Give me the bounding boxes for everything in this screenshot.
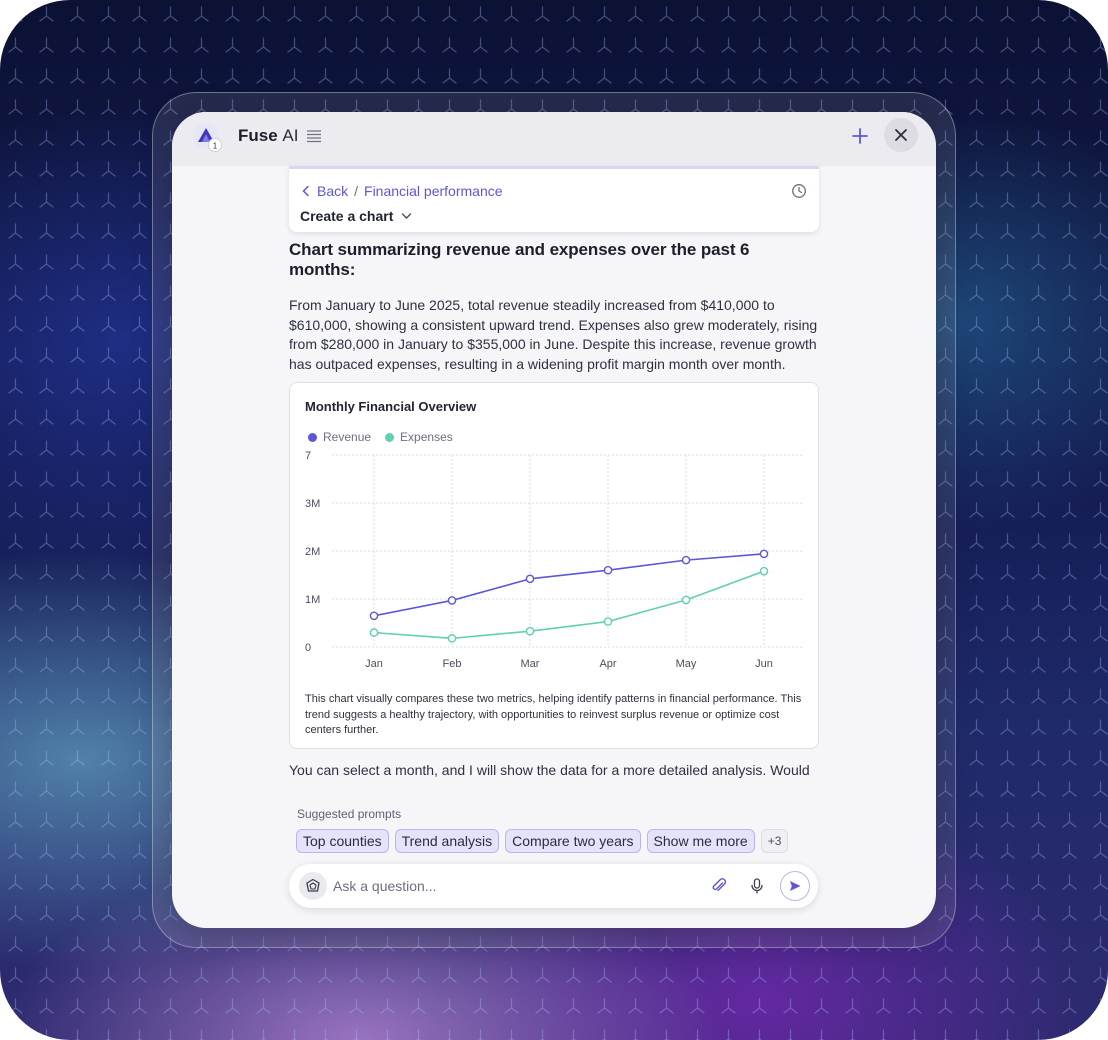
chart-legend: Revenue Expenses — [308, 430, 453, 444]
clock-icon[interactable] — [791, 183, 807, 199]
data-point-revenue[interactable] — [603, 565, 613, 575]
prompt-chip[interactable]: Top counties — [296, 829, 389, 853]
close-icon — [895, 129, 907, 141]
x-tick-label: May — [676, 658, 697, 670]
data-point-expenses[interactable] — [603, 617, 613, 626]
logo-badge: 1 — [213, 141, 218, 150]
microphone-icon[interactable] — [748, 877, 766, 895]
x-tick-label: Jun — [755, 658, 773, 670]
x-tick-label: Feb — [443, 658, 462, 670]
legend-item-expenses[interactable]: Expenses — [385, 430, 453, 444]
series-line-revenue[interactable] — [373, 553, 765, 617]
new-chat-button[interactable] — [848, 124, 872, 148]
y-tick-label: 3M — [305, 498, 320, 510]
action-selector[interactable]: Create a chart — [300, 208, 412, 224]
fuse-logo-icon: 1 — [193, 123, 222, 152]
menu-lines-icon[interactable] — [306, 129, 322, 143]
assistant-message: Chart summarizing revenue and expenses o… — [289, 240, 819, 374]
scroll-fade — [172, 780, 936, 816]
app-name-suffix: AI — [282, 126, 299, 145]
legend-dot-expenses — [385, 432, 395, 442]
breadcrumb-nav: Back / Financial performance — [301, 183, 503, 199]
x-tick-label: Jan — [365, 658, 383, 670]
breadcrumb-separator: / — [354, 183, 359, 199]
top-bar: 1 Fuse AI — [172, 112, 936, 166]
legend-item-revenue[interactable]: Revenue — [308, 430, 371, 444]
send-button[interactable] — [780, 871, 810, 901]
prompt-chip[interactable]: Compare two years — [505, 829, 641, 853]
back-link[interactable]: Back — [317, 183, 348, 199]
data-point-expenses[interactable] — [525, 626, 535, 636]
plus-icon — [852, 128, 868, 144]
prompt-chip[interactable]: Show me more — [646, 829, 755, 853]
action-selector-label: Create a chart — [300, 208, 394, 224]
chart-card: Monthly Financial Overview Revenue Expen… — [289, 382, 819, 749]
background-frame: 1 Fuse AI Back / Financial performance C… — [0, 0, 1108, 1040]
suggested-prompts: Top counties Trend analysis Compare two … — [296, 829, 789, 853]
prompt-chip[interactable]: Trend analysis — [394, 829, 500, 853]
send-icon — [790, 881, 801, 891]
prompt-library-button[interactable] — [299, 872, 327, 900]
x-tick-label: Apr — [599, 658, 616, 670]
chart-caption: This chart visually compares these two m… — [305, 693, 802, 736]
sparkle-icon — [306, 878, 320, 892]
y-tick-label: 2M — [305, 546, 320, 558]
question-input[interactable] — [333, 875, 693, 897]
x-tick-label: Mar — [521, 658, 540, 670]
data-point-expenses[interactable] — [369, 628, 379, 637]
chat-panel: 1 Fuse AI Back / Financial performance C… — [172, 112, 936, 928]
suggested-prompts-label: Suggested prompts — [297, 807, 402, 821]
message-heading: Chart summarizing revenue and expenses o… — [289, 240, 750, 279]
data-point-revenue[interactable] — [759, 549, 769, 559]
legend-dot-revenue — [308, 432, 317, 442]
breadcrumb-current[interactable]: Financial performance — [364, 183, 503, 199]
chevron-down-icon — [402, 213, 412, 219]
data-point-expenses[interactable] — [681, 595, 691, 605]
data-point-revenue[interactable] — [525, 574, 535, 584]
paperclip-icon[interactable] — [710, 877, 728, 895]
message-paragraph: From January to June 2025, total revenue… — [289, 297, 818, 372]
data-point-expenses[interactable] — [447, 634, 457, 643]
message-input-bar — [289, 864, 818, 908]
followup-text: You can select a month, and I will show … — [289, 762, 810, 778]
close-button[interactable] — [884, 118, 918, 152]
y-tick-label: 7 — [305, 450, 311, 462]
more-prompts-chip[interactable]: +3 — [760, 829, 789, 853]
y-tick-label: 0 — [305, 642, 311, 654]
chevron-left-icon[interactable] — [301, 185, 311, 197]
app-name: Fuse — [238, 126, 278, 145]
data-point-revenue[interactable] — [681, 555, 691, 565]
chart-title: Monthly Financial Overview — [305, 399, 477, 414]
line-chart[interactable]: 0 1M 2M 3M 7 Jan Feb Mar Apr May Jun — [290, 445, 820, 675]
y-tick-label: 1M — [305, 594, 320, 606]
legend-label-expenses: Expenses — [400, 430, 453, 444]
data-point-revenue[interactable] — [447, 596, 457, 605]
app-title: Fuse AI — [238, 126, 298, 146]
data-point-revenue[interactable] — [369, 611, 379, 621]
data-point-expenses[interactable] — [759, 566, 769, 576]
breadcrumb: Back / Financial performance Create a ch… — [289, 166, 819, 232]
legend-label-revenue: Revenue — [323, 430, 372, 444]
